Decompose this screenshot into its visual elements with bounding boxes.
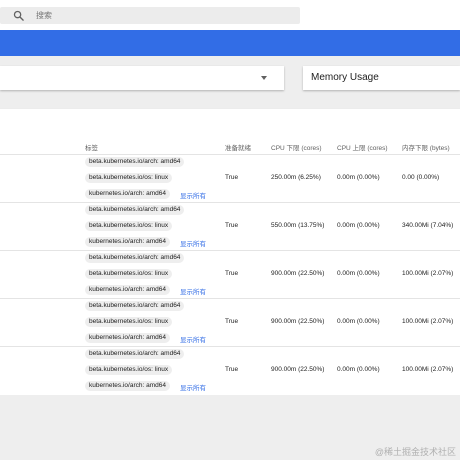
top-toolbar [0,0,460,30]
label-chip: beta.kubernetes.io/os: linux [85,269,173,279]
dropdown-arrow-icon[interactable] [261,76,267,80]
ready-cell: True [225,366,239,373]
namespace-select[interactable] [0,66,284,90]
memory-requests-cell: 100.00Mi (2.07%) [402,366,454,373]
cpu-limits-cell: 0.00m (0.00%) [337,366,380,373]
cpu-requests-cell: 900.00m (22.50%) [271,270,325,277]
row-divider [0,298,460,299]
memory-requests-cell: 340.00Mi (7.04%) [402,222,454,229]
cpu-requests-cell: 550.00m (13.75%) [271,222,325,229]
label-chip: kubernetes.io/arch: amd64 [85,285,170,295]
memory-requests-cell: 100.00Mi (2.07%) [402,270,454,277]
label-chip: beta.kubernetes.io/os: linux [85,221,173,231]
label-chip: beta.kubernetes.io/arch: amd64 [85,157,185,167]
ready-cell: True [225,174,239,181]
column-header-labels[interactable]: 标签 [85,142,98,152]
column-header-memory-requests[interactable]: 内存下限 (bytes) [402,142,450,152]
show-all-link[interactable]: 显示所有 [180,334,206,344]
metric-select-label: Memory Usage [311,72,379,83]
label-chip: beta.kubernetes.io/os: linux [85,173,173,183]
cpu-requests-cell: 900.00m (22.50%) [271,318,325,325]
search-input[interactable] [30,7,302,24]
ready-cell: True [225,270,239,277]
row-divider [0,346,460,347]
column-header-cpu-limits[interactable]: CPU 上限 (cores) [337,142,388,152]
label-chip: beta.kubernetes.io/os: linux [85,317,173,327]
column-header-ready[interactable]: 准备就绪 [225,142,251,152]
row-divider [0,154,460,155]
watermark: @稀土掘金技术社区 [374,447,456,457]
label-chip: beta.kubernetes.io/arch: amd64 [85,349,185,359]
label-chip: beta.kubernetes.io/arch: amd64 [85,205,185,215]
show-all-link[interactable]: 显示所有 [180,382,206,392]
memory-requests-cell: 0.00 (0.00%) [402,174,440,181]
cpu-limits-cell: 0.00m (0.00%) [337,318,380,325]
row-divider [0,202,460,203]
cpu-limits-cell: 0.00m (0.00%) [337,174,380,181]
show-all-link[interactable]: 显示所有 [180,238,206,248]
ready-cell: True [225,318,239,325]
label-chip: kubernetes.io/arch: amd64 [85,189,170,199]
row-divider [0,250,460,251]
label-chip: beta.kubernetes.io/os: linux [85,365,173,375]
search-icon[interactable] [13,10,24,21]
label-chip: kubernetes.io/arch: amd64 [85,381,170,391]
label-chip: beta.kubernetes.io/arch: amd64 [85,301,185,311]
show-all-link[interactable]: 显示所有 [180,190,206,200]
cpu-requests-cell: 900.00m (22.50%) [271,366,325,373]
nodes-table-card [0,109,460,396]
memory-requests-cell: 100.00Mi (2.07%) [402,318,454,325]
label-chip: kubernetes.io/arch: amd64 [85,237,170,247]
column-header-cpu-requests[interactable]: CPU 下限 (cores) [271,142,322,152]
header-bar [0,30,460,56]
ready-cell: True [225,222,239,229]
label-chip: beta.kubernetes.io/arch: amd64 [85,253,185,263]
label-chip: kubernetes.io/arch: amd64 [85,333,170,343]
cpu-limits-cell: 0.00m (0.00%) [337,270,380,277]
show-all-link[interactable]: 显示所有 [180,286,206,296]
cpu-limits-cell: 0.00m (0.00%) [337,222,380,229]
cpu-requests-cell: 250.00m (6.25%) [271,174,321,181]
